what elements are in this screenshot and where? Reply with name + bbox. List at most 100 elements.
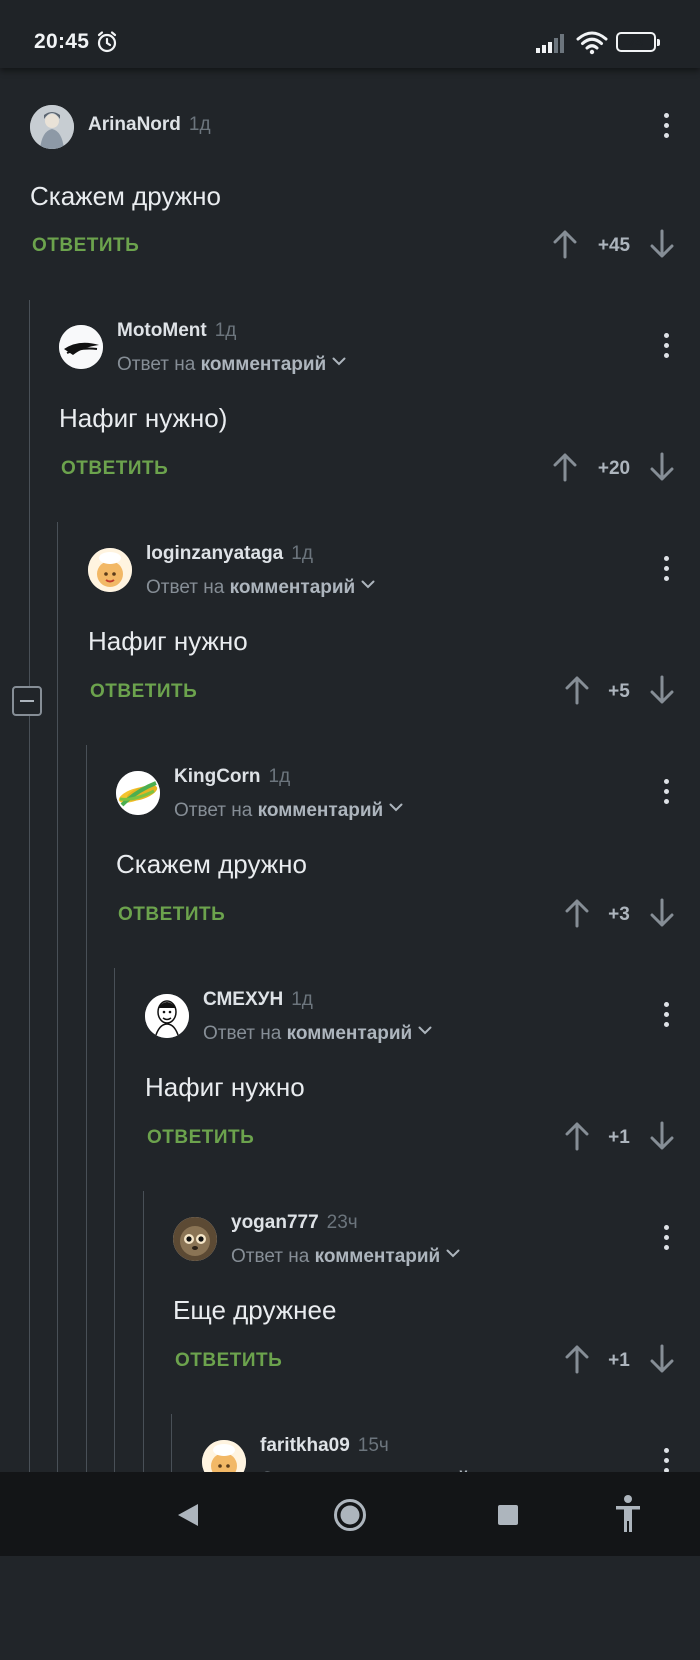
comment-score: +20 <box>597 458 631 479</box>
reply-to-target[interactable]: комментарий <box>315 1246 441 1267</box>
comment-score: +5 <box>608 681 630 702</box>
username[interactable]: MotoMent 1д <box>117 320 236 342</box>
comment-text: Нафиг нужно <box>145 1072 305 1102</box>
reply-to-prefix: Ответ на <box>231 1246 310 1267</box>
downvote-icon[interactable] <box>650 898 674 933</box>
reply-to-link[interactable]: Ответ на комментарий <box>174 800 403 822</box>
avatar[interactable] <box>59 325 103 369</box>
avatar[interactable] <box>88 548 132 592</box>
navigation-bar <box>0 1472 700 1556</box>
username[interactable]: loginzanyataga 1д <box>146 543 313 565</box>
comment-text: Скажем дружно <box>30 181 221 211</box>
reply-to-link[interactable]: Ответ на комментарий <box>146 577 375 599</box>
comment: СМЕХУН 1д Ответ на комментарий Нафиг нужно О… <box>0 989 700 1214</box>
reply-button[interactable]: ОТВЕТИТЬ <box>147 1127 254 1149</box>
avatar[interactable] <box>30 105 74 149</box>
downvote-icon[interactable] <box>650 452 674 487</box>
reply-to-target[interactable]: комментарий <box>287 1023 413 1044</box>
avatar[interactable] <box>173 1217 217 1261</box>
more-options-icon[interactable] <box>664 1225 672 1255</box>
comment-time: 23ч <box>326 1212 358 1233</box>
reply-button[interactable]: ОТВЕТИТЬ <box>90 681 197 703</box>
chevron-down-icon <box>446 1249 460 1258</box>
username-text[interactable]: KingCorn <box>174 766 261 787</box>
reply-to-target[interactable]: комментарий <box>258 800 384 821</box>
comment-text: Нафиг нужно) <box>59 403 228 433</box>
battery-text: 74 <box>628 34 644 49</box>
reply-button[interactable]: ОТВЕТИТЬ <box>32 235 139 257</box>
comment-time: 1д <box>291 543 313 564</box>
reply-to-prefix: Ответ на <box>117 354 196 375</box>
recents-icon[interactable] <box>497 1504 519 1526</box>
avatar[interactable] <box>145 994 189 1038</box>
downvote-icon[interactable] <box>650 1121 674 1156</box>
chevron-down-icon <box>361 580 375 589</box>
more-options-icon[interactable] <box>664 113 672 143</box>
reply-to-link[interactable]: Ответ на комментарий <box>231 1246 460 1268</box>
reply-to-link[interactable]: Ответ на комментарий <box>203 1023 432 1045</box>
avatar[interactable] <box>116 771 160 815</box>
comment-score: +1 <box>608 1350 630 1371</box>
downvote-icon[interactable] <box>650 229 674 264</box>
username[interactable]: СМЕХУН 1д <box>203 989 313 1011</box>
upvote-icon[interactable] <box>565 675 589 710</box>
comment-time: 1д <box>214 320 237 341</box>
username-text[interactable]: ArinaNord <box>88 114 181 135</box>
comment: ArinaNord 1д Скажем дружно ОТВЕТИТЬ +45 <box>0 105 700 325</box>
username-text[interactable]: faritkha09 <box>260 1435 350 1456</box>
comment-time: 1д <box>188 114 211 135</box>
upvote-icon[interactable] <box>565 1121 589 1156</box>
wifi-icon <box>576 31 608 55</box>
reply-button[interactable]: ОТВЕТИТЬ <box>175 1350 282 1372</box>
comment: loginzanyataga 1д Ответ на комментарий Нафи… <box>0 543 700 768</box>
username-text[interactable]: СМЕХУН <box>203 989 283 1010</box>
chevron-down-icon <box>332 357 346 366</box>
comment: MotoMent 1д Ответ на комментарий Нафиг нужн… <box>0 320 700 545</box>
upvote-icon[interactable] <box>565 1344 589 1379</box>
comment-time: 1д <box>291 989 313 1010</box>
downvote-icon[interactable] <box>650 675 674 710</box>
more-options-icon[interactable] <box>664 333 672 363</box>
more-options-icon[interactable] <box>664 1002 672 1032</box>
username-text[interactable]: loginzanyataga <box>146 543 283 564</box>
reply-to-target[interactable]: комментарий <box>230 577 356 598</box>
username[interactable]: KingCorn 1д <box>174 766 290 788</box>
comment-score: +1 <box>608 1127 630 1148</box>
comment-text: Скажем дружно <box>116 849 307 879</box>
downvote-icon[interactable] <box>650 1344 674 1379</box>
battery-icon: 74 <box>616 32 660 52</box>
reply-to-target[interactable]: комментарий <box>201 354 327 375</box>
reply-button[interactable]: ОТВЕТИТЬ <box>118 904 225 926</box>
upvote-icon[interactable] <box>565 898 589 933</box>
comment-score: +3 <box>608 904 630 925</box>
reply-to-link[interactable]: Ответ на комментарий <box>117 354 346 376</box>
comment-score: +45 <box>597 235 631 256</box>
comment-text: Еще дружнее <box>173 1295 337 1325</box>
chevron-down-icon <box>418 1026 432 1035</box>
home-icon[interactable] <box>333 1498 367 1532</box>
comment: KingCorn 1д Ответ на комментарий Скажем дру… <box>0 766 700 991</box>
reply-to-prefix: Ответ на <box>203 1023 282 1044</box>
upvote-icon[interactable] <box>553 452 577 487</box>
upvote-icon[interactable] <box>553 229 577 264</box>
username[interactable]: ArinaNord 1д <box>88 114 211 136</box>
signal-icon <box>536 34 564 53</box>
comment-time: 15ч <box>357 1435 389 1456</box>
back-icon[interactable] <box>176 1502 200 1528</box>
comment-time: 1д <box>268 766 291 787</box>
comment-text: Нафиг нужно <box>88 626 248 656</box>
more-options-icon[interactable] <box>664 556 672 586</box>
more-options-icon[interactable] <box>664 779 672 809</box>
username[interactable]: yogan777 23ч <box>231 1212 358 1234</box>
username[interactable]: faritkha09 15ч <box>260 1435 389 1457</box>
chevron-down-icon <box>389 803 403 812</box>
accessibility-icon[interactable] <box>614 1494 642 1534</box>
reply-button[interactable]: ОТВЕТИТЬ <box>61 458 168 480</box>
comment: yogan777 23ч Ответ на комментарий Еще дружн… <box>0 1212 700 1437</box>
status-time: 20:45 <box>34 30 90 53</box>
alarm-icon <box>97 31 117 53</box>
reply-to-prefix: Ответ на <box>146 577 225 598</box>
username-text[interactable]: yogan777 <box>231 1212 319 1233</box>
username-text[interactable]: MotoMent <box>117 320 207 341</box>
reply-to-prefix: Ответ на <box>174 800 253 821</box>
